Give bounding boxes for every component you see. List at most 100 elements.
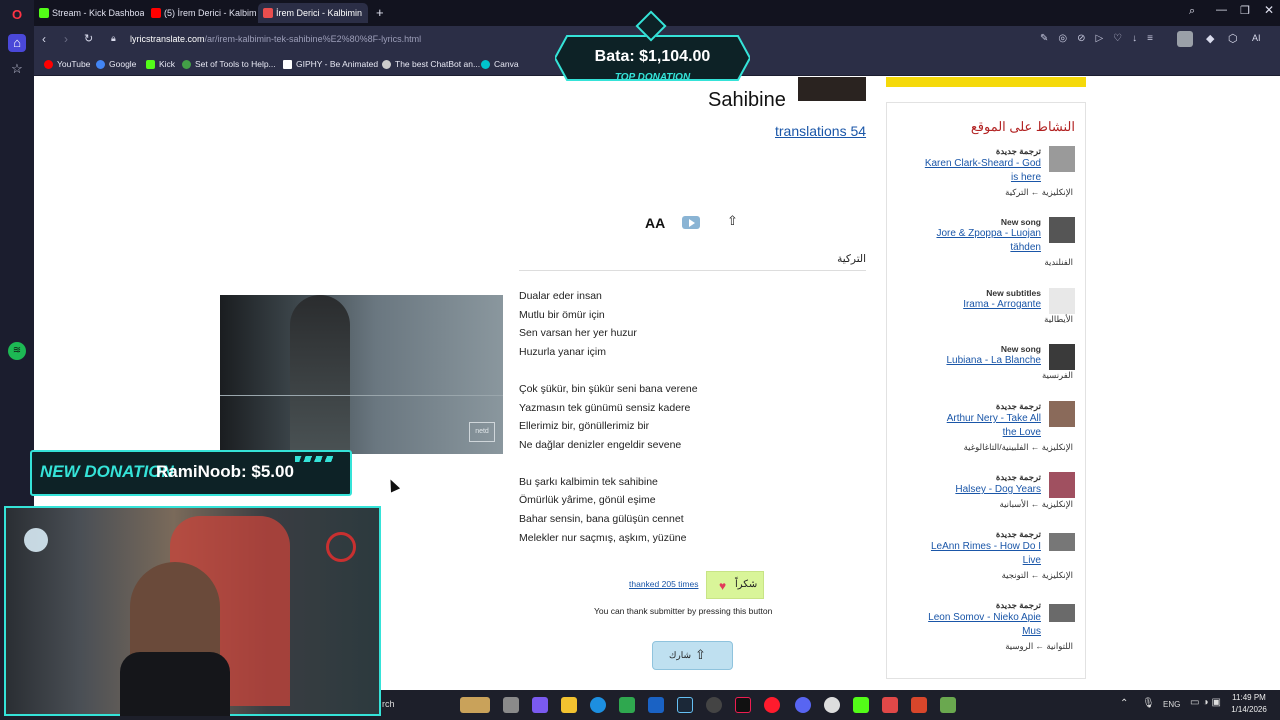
translations-link[interactable]: translations 54 <box>775 123 866 139</box>
forward-icon[interactable]: › <box>64 32 68 46</box>
clock[interactable]: 11:49 PM 1/14/2026 <box>1228 693 1270 714</box>
search-highlight-icon[interactable] <box>460 697 490 713</box>
upload-icon: ⇧ <box>695 647 706 662</box>
keyboard-language[interactable]: ENG <box>1163 700 1180 709</box>
edge-icon[interactable] <box>590 697 606 713</box>
4k-app-icon[interactable] <box>706 697 722 713</box>
bookmark-tools[interactable]: Set of Tools to Help... <box>182 59 276 69</box>
top-donation-label: TOP DONATION <box>614 72 691 83</box>
font-size-icon[interactable]: AA <box>645 215 665 231</box>
activity-link[interactable]: Jore & Zpoppa - Luojan tähden <box>903 227 1041 255</box>
activity-type: New subtitles <box>986 288 1041 298</box>
profile-avatar[interactable] <box>1177 31 1193 47</box>
outlook-icon[interactable] <box>648 697 664 713</box>
clock-time: 11:49 PM <box>1232 693 1266 702</box>
thanked-count-link[interactable]: thanked 205 times <box>629 579 698 589</box>
song-title: Sahibine <box>708 89 786 111</box>
spotify-icon[interactable]: ≋ <box>8 342 26 360</box>
aria-ai-icon[interactable]: AI <box>1252 33 1261 43</box>
bookmark-canva[interactable]: Canva <box>481 59 519 69</box>
discord-icon[interactable] <box>795 697 811 713</box>
webcam-hoodie <box>120 652 230 716</box>
video-player[interactable]: netd <box>220 295 503 454</box>
game-app-icon[interactable] <box>940 697 956 713</box>
back-icon[interactable]: ‹ <box>42 32 46 46</box>
lyric-line: Ömürlük yârime, gönül eşime <box>519 494 656 506</box>
task-view-icon[interactable] <box>503 697 519 713</box>
steam-icon[interactable] <box>677 697 693 713</box>
extensions-icon[interactable]: ◆ <box>1206 32 1214 45</box>
activity-item: ترجمة جديدة Halsey - Dog Years الإنكليزي… <box>903 472 1075 510</box>
thanks-button[interactable]: ♥ شكراً <box>706 571 764 599</box>
activity-thumbnail <box>1049 288 1075 314</box>
tab-lyricstranslate[interactable]: İrem Derici - Kalbimin <box>258 3 368 23</box>
activity-type: New song <box>1000 217 1041 227</box>
bookmark-chatbot[interactable]: The best ChatBot an... <box>382 59 480 69</box>
opera-logo-icon[interactable]: O <box>8 6 26 24</box>
tf-app-icon[interactable] <box>911 697 927 713</box>
tab-kick-dashboard[interactable]: Stream - Kick Dashboard <box>34 3 144 23</box>
url-field[interactable]: lyricstranslate.com/ar/irem-kalbimin-tek… <box>130 34 421 44</box>
bookmark-youtube[interactable]: YouTube <box>44 59 90 69</box>
activity-link[interactable]: Arthur Nery - Take All the Love <box>903 412 1041 440</box>
bookmark-giphy[interactable]: GIPHY - Be Animated <box>283 59 378 69</box>
close-window-icon[interactable]: ✕ <box>1264 3 1274 17</box>
activity-link-line: Karen Clark-Sheard - God <box>924 158 1041 169</box>
artist-photo <box>798 77 866 101</box>
bookmark-google[interactable]: Google <box>96 59 136 69</box>
tab-youtube[interactable]: (5) İrem Derici - Kalbimin <box>146 3 256 23</box>
bookmark-kick[interactable]: Kick <box>146 59 175 69</box>
chatbot-icon <box>382 60 391 69</box>
activity-type: ترجمة جديدة <box>995 529 1041 539</box>
top-banner-strip <box>886 77 1086 87</box>
store-icon[interactable] <box>619 697 635 713</box>
wallet-icon[interactable]: ⬡ <box>1228 32 1238 45</box>
activity-item: New song Lubiana - La Blanche الفرنسية <box>903 344 1075 381</box>
share-button[interactable]: شارك ⇧ <box>652 641 733 670</box>
video-icon[interactable] <box>682 216 700 229</box>
share-button-label: شارك <box>669 650 692 660</box>
mail-app-icon[interactable] <box>882 697 898 713</box>
share-icon[interactable]: ⇧ <box>727 213 738 229</box>
copilot-icon[interactable] <box>532 697 548 713</box>
youtube-favicon-icon <box>151 8 161 18</box>
thanks-button-label: شكراً <box>735 579 758 590</box>
home-icon[interactable]: ⌂ <box>8 34 26 52</box>
kick-taskbar-icon[interactable] <box>853 697 869 713</box>
activity-link[interactable]: LeAnn Rimes - How Do I Live <box>903 540 1041 568</box>
youtube-icon <box>44 60 53 69</box>
activity-link[interactable]: Karen Clark-Sheard - God is here <box>903 157 1041 185</box>
tools-icon <box>182 60 191 69</box>
activity-link[interactable]: Halsey - Dog Years <box>903 483 1041 497</box>
opera-taskbar-icon[interactable] <box>764 697 780 713</box>
activity-link-line: the Love <box>1002 427 1041 438</box>
mic-icon[interactable]: 🎙︎ <box>1142 698 1155 709</box>
maximize-icon[interactable]: ❐ <box>1240 4 1250 17</box>
lock-icon[interactable]: 🔒︎ <box>111 33 116 44</box>
new-donation-label: NEW DONATION <box>40 462 174 481</box>
activity-language: الفرنسية <box>1041 370 1073 380</box>
activity-link-line: Mus <box>1022 626 1041 637</box>
tray-chevron-icon[interactable]: ⌃ <box>1120 698 1128 709</box>
star-icon[interactable]: ☆ <box>8 60 26 78</box>
activity-link-line: Leon Somov - Nieko Apie <box>928 612 1041 623</box>
activity-link[interactable]: Leon Somov - Nieko Apie Mus <box>903 611 1041 639</box>
lyric-line: Ellerimiz bir, gönüllerimiz bir <box>519 420 650 432</box>
minimize-icon[interactable]: — <box>1216 4 1227 16</box>
tab-label: Stream - Kick Dashboard <box>52 8 144 18</box>
obs-icon[interactable] <box>824 697 840 713</box>
activity-link[interactable]: Lubiana - La Blanche <box>903 354 1041 368</box>
video-figure <box>290 295 350 454</box>
mouse-cursor-icon <box>385 477 401 493</box>
reload-icon[interactable]: ↻ <box>84 32 93 45</box>
address-bar-tools-icon[interactable]: ✎◎⊘▷♡↓≡ <box>1040 33 1190 47</box>
new-tab-icon[interactable]: + <box>376 5 384 20</box>
lyric-line: Yazmasın tek günümü sensiz kadere <box>519 402 691 414</box>
activity-link[interactable]: Irama - Arrogante <box>903 298 1041 312</box>
google-icon <box>96 60 105 69</box>
system-tray-icons[interactable]: ▭◑▣ <box>1190 697 1224 708</box>
file-explorer-icon[interactable] <box>561 697 577 713</box>
activity-thumbnail <box>1049 217 1075 243</box>
tiktok-icon[interactable] <box>735 697 751 713</box>
search-tabs-icon[interactable]: ⌕ <box>1189 5 1195 18</box>
